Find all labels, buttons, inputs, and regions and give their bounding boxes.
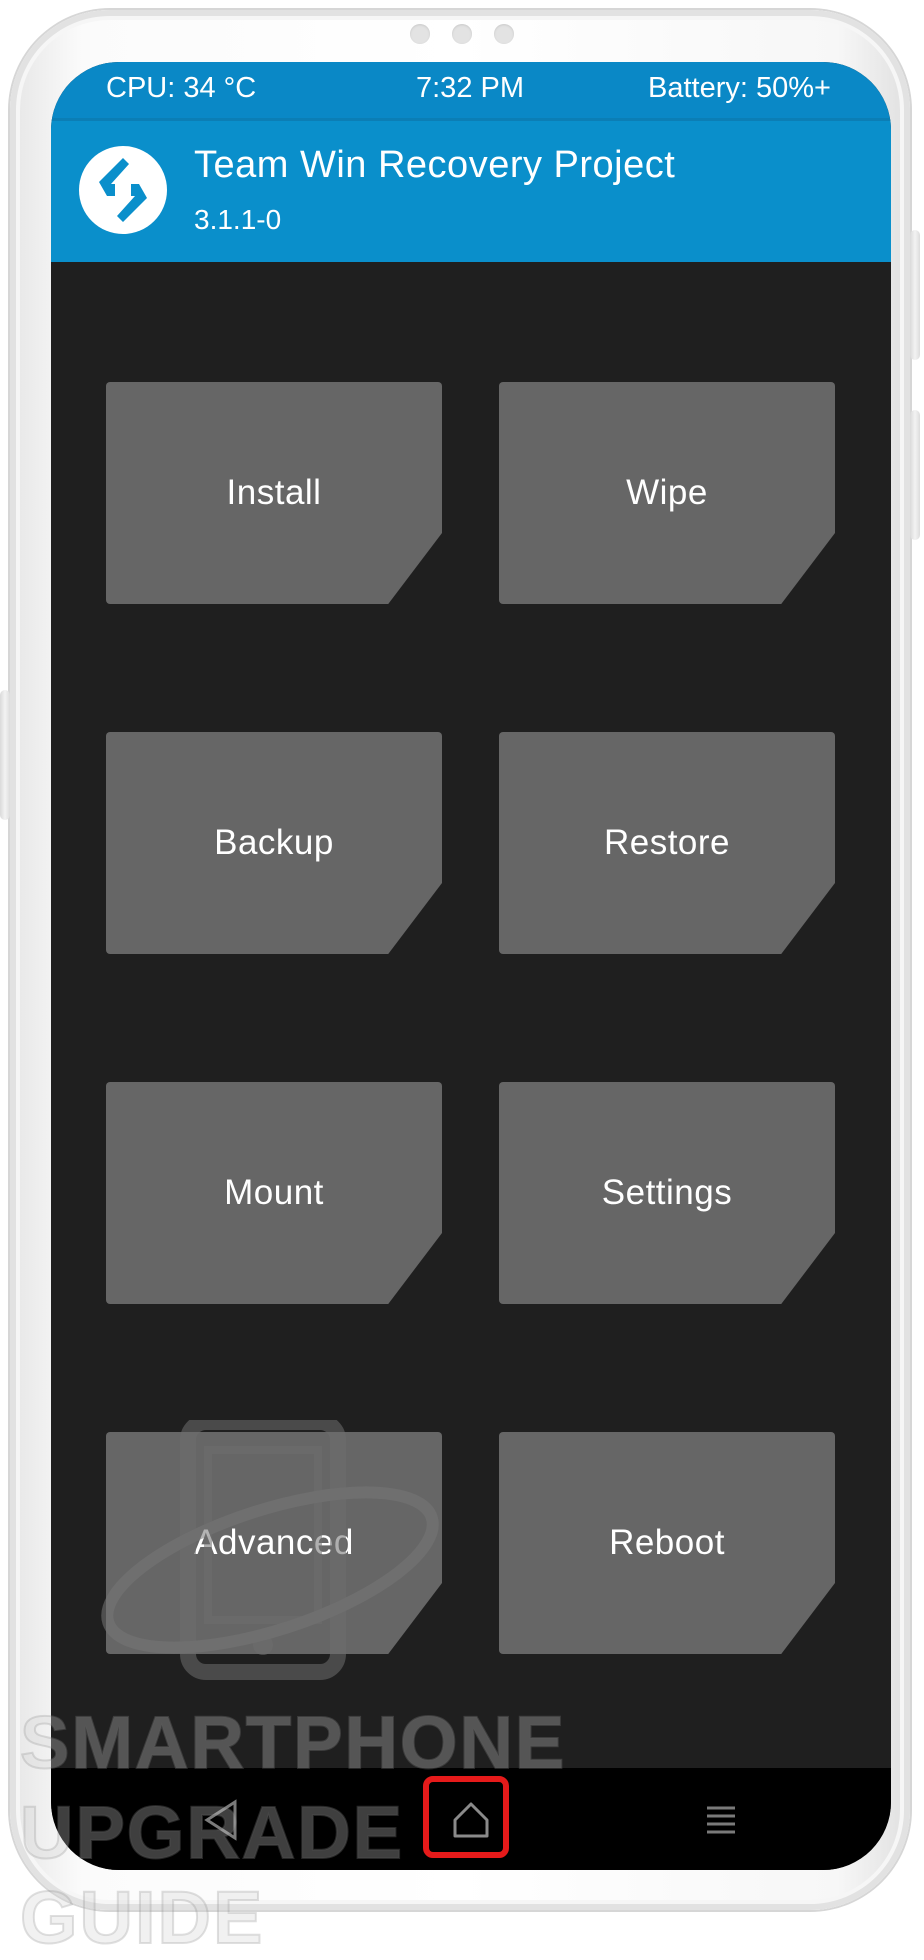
- advanced-button[interactable]: Advanced: [106, 1432, 442, 1654]
- header-divider: [51, 118, 891, 121]
- volume-button: [910, 410, 920, 540]
- reboot-button[interactable]: Reboot: [499, 1432, 835, 1654]
- speaker-dot: [410, 24, 430, 44]
- phone-frame: CPU: 34 °C 7:32 PM Battery: 50%+ Team Wi…: [10, 10, 910, 1910]
- app-title: Team Win Recovery Project: [194, 144, 676, 186]
- menu-lines-icon[interactable]: [691, 1790, 751, 1850]
- cpu-temp: CPU: 34 °C: [106, 72, 257, 104]
- twrp-logo-icon: [79, 146, 167, 234]
- app-version: 3.1.1-0: [194, 204, 282, 235]
- side-key: [0, 690, 10, 820]
- backup-button[interactable]: Backup: [106, 732, 442, 954]
- status-bar: CPU: 34 °C 7:32 PM Battery: 50%+: [51, 62, 891, 118]
- battery-status: Battery: 50%+: [648, 72, 831, 104]
- install-button[interactable]: Install: [106, 382, 442, 604]
- screen: CPU: 34 °C 7:32 PM Battery: 50%+ Team Wi…: [51, 62, 891, 1870]
- restore-button[interactable]: Restore: [499, 732, 835, 954]
- home-highlight-box: [423, 1776, 509, 1858]
- wipe-button[interactable]: Wipe: [499, 382, 835, 604]
- back-triangle-icon[interactable]: [191, 1790, 251, 1850]
- clock: 7:32 PM: [416, 72, 524, 104]
- mount-button[interactable]: Mount: [106, 1082, 442, 1304]
- power-button: [910, 230, 920, 360]
- speaker-dot: [452, 24, 472, 44]
- settings-button[interactable]: Settings: [499, 1082, 835, 1304]
- app-header: Team Win Recovery Project 3.1.1-0: [51, 118, 891, 262]
- speaker-dot: [494, 24, 514, 44]
